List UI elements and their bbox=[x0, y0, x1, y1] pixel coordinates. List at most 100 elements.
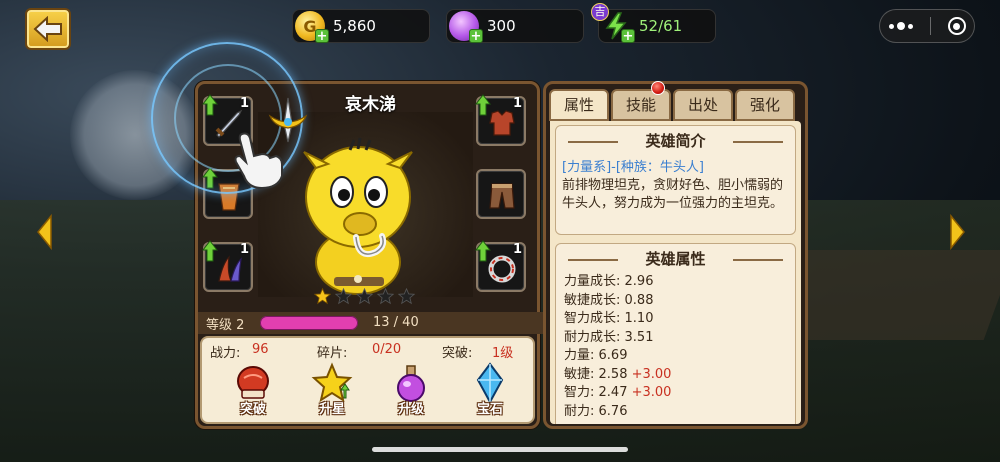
attribute-row: 智力: 2.47 +3.00 bbox=[564, 384, 795, 403]
back-arrow-icon bbox=[33, 16, 62, 42]
next-hero-arrow-icon[interactable] bbox=[950, 214, 966, 250]
gold-coin-icon: G + bbox=[295, 11, 329, 43]
star-filled-icon bbox=[314, 288, 331, 305]
attribute-list: 力量成长: 2.96 敏捷成长: 0.88 智力成长: 1.10 耐力成长: 3.51… bbox=[564, 273, 795, 421]
attribute-label: 耐力成长: bbox=[564, 329, 621, 345]
attribute-value: 6.69 bbox=[594, 348, 628, 363]
attribute-row: 力量成长: 2.96 bbox=[564, 273, 795, 292]
home-indicator[interactable] bbox=[372, 447, 628, 452]
attribute-row: 敏捷成长: 0.88 bbox=[564, 292, 795, 311]
star-empty-icon bbox=[398, 288, 415, 305]
attribute-label: 智力成长: bbox=[564, 311, 621, 326]
gem-amount: 300 bbox=[487, 17, 516, 35]
xp-text: 13 / 40 bbox=[373, 315, 419, 330]
stamina-counter[interactable]: + 52/61 bbox=[598, 9, 716, 43]
breakthrough-button[interactable]: 突破 bbox=[226, 362, 280, 422]
attribute-row: 智力成长: 1.10 bbox=[564, 310, 795, 329]
attribute-row: 敏捷: 2.58 +3.00 bbox=[564, 366, 795, 385]
tab-skills-label: 技能 bbox=[625, 96, 656, 114]
attribute-value: 2.47 bbox=[594, 385, 628, 400]
equip-slot-pants[interactable] bbox=[476, 169, 526, 219]
gem-button[interactable]: 宝石 bbox=[463, 362, 517, 422]
tutorial-pointer-hand-icon bbox=[234, 132, 283, 190]
tab-skills[interactable]: 技能 bbox=[611, 81, 671, 121]
intro-title: 英雄简介 bbox=[556, 130, 795, 151]
capsule-divider bbox=[929, 17, 931, 35]
breakthrough-value: 1级 bbox=[492, 346, 514, 361]
attribute-label: 敏捷成长: bbox=[564, 292, 621, 308]
gem-label-text: 宝石 bbox=[476, 402, 503, 417]
equip-slot-ring[interactable]: 1 bbox=[475, 240, 526, 292]
tab-enhance[interactable]: 强化 bbox=[735, 89, 795, 121]
breakthrough-label: 突破: bbox=[442, 346, 473, 361]
add-gold-icon[interactable]: + bbox=[315, 29, 329, 43]
breakthrough-label-text: 突破 bbox=[239, 402, 266, 417]
back-button[interactable] bbox=[25, 8, 71, 50]
add-stamina-icon[interactable]: + bbox=[621, 29, 635, 43]
equip-level: 1 bbox=[239, 242, 249, 257]
attribute-row: 力量: 6.69 bbox=[564, 347, 795, 366]
attribute-value: 0.88 bbox=[620, 292, 654, 308]
close-mini-program-icon[interactable] bbox=[947, 17, 966, 35]
gem-counter[interactable]: + 300 bbox=[446, 9, 584, 43]
attribute-value: 3.51 bbox=[620, 329, 654, 345]
more-options-icon[interactable] bbox=[888, 22, 913, 30]
xp-progress-bar bbox=[260, 316, 358, 330]
upgrade-arrow-icon bbox=[475, 240, 491, 262]
attribute-value: 2.96 bbox=[620, 274, 654, 289]
gem-icon: + bbox=[449, 11, 483, 43]
attribute-bonus: +3.00 bbox=[627, 366, 672, 382]
equip-slot-armor[interactable]: 1 bbox=[475, 94, 526, 146]
level-up-button[interactable]: 升级 bbox=[384, 362, 438, 422]
attribute-label: 力量成长: bbox=[564, 274, 621, 289]
attribute-value: 1.10 bbox=[620, 311, 654, 326]
attributes-content[interactable]: 英雄简介 [力量系]-[种族：牛头人] 前排物理坦克，贪财好色、胆小懦弱的牛头人… bbox=[550, 121, 801, 424]
attribute-label: 智力: bbox=[564, 385, 595, 400]
star-up-label-text: 升星 bbox=[318, 402, 345, 417]
previous-hero-arrow-icon[interactable] bbox=[36, 214, 52, 250]
equip-slot-accessory[interactable]: 1 bbox=[202, 240, 253, 292]
star-empty-icon bbox=[377, 288, 394, 305]
hero-detail-panel: 属性 技能 出处 强化 英雄简介 [力量系]-[种族：牛头人] 前排物理坦克，贪… bbox=[543, 81, 808, 429]
shards-label: 碎片: bbox=[317, 346, 348, 361]
power-value: 96 bbox=[252, 342, 269, 357]
attribute-label: 力量: bbox=[564, 348, 595, 363]
detail-tabs: 属性 技能 出处 强化 bbox=[549, 81, 795, 121]
hero-attributes-card: 英雄属性 力量成长: 2.96 敏捷成长: 0.88 智力成长: 1.10 耐力成长:… bbox=[555, 243, 796, 424]
attribute-row: 耐力成长: 3.51 bbox=[564, 329, 795, 348]
notification-dot-icon bbox=[651, 81, 665, 95]
attributes-title: 英雄属性 bbox=[556, 248, 795, 269]
gold-amount: 5,860 bbox=[333, 17, 376, 35]
level-row: 等级 2 13 / 40 bbox=[198, 312, 543, 334]
vip-badge[interactable]: 吉 bbox=[591, 3, 609, 21]
hero-stats-box: 战力: 96 碎片: 0/20 突破: 1级 突破 升星 升级 宝石 bbox=[200, 336, 535, 424]
attribute-bonus: +3.00 bbox=[627, 385, 672, 400]
attribute-row: 耐力: 6.76 bbox=[564, 403, 795, 422]
star-empty-icon bbox=[356, 288, 373, 305]
gold-counter[interactable]: G + 5,860 bbox=[292, 9, 430, 43]
equip-level: 1 bbox=[512, 242, 522, 257]
upgrade-arrow-icon bbox=[202, 240, 218, 262]
hero-level: 等级 2 bbox=[206, 317, 245, 333]
attribute-value: 6.76 bbox=[594, 403, 628, 419]
tab-attributes[interactable]: 属性 bbox=[549, 89, 609, 121]
stamina-amount: 52/61 bbox=[639, 17, 683, 35]
hero-class-tag: [力量系]-[种族：牛头人] bbox=[562, 160, 704, 175]
upgrade-arrow-icon bbox=[475, 94, 491, 116]
add-gem-icon[interactable]: + bbox=[469, 29, 483, 43]
mini-program-capsule bbox=[879, 9, 975, 43]
shards-value: 0/20 bbox=[372, 342, 402, 357]
hero-star-rating bbox=[314, 288, 415, 305]
attribute-label: 敏捷: bbox=[564, 366, 595, 382]
tab-source[interactable]: 出处 bbox=[673, 89, 733, 121]
equip-level: 1 bbox=[512, 96, 522, 111]
attribute-label: 耐力: bbox=[564, 403, 595, 419]
hero-intro-card: 英雄简介 [力量系]-[种族：牛头人] 前排物理坦克，贪财好色、胆小懦弱的牛头人… bbox=[555, 125, 796, 235]
pants-icon bbox=[489, 183, 515, 209]
attribute-value: 2.58 bbox=[594, 366, 628, 382]
star-empty-icon bbox=[335, 288, 352, 305]
level-up-label-text: 升级 bbox=[397, 402, 424, 417]
hero-description: 前排物理坦克，贪财好色、胆小懦弱的牛头人，努力成为一位强力的主坦克。 bbox=[562, 178, 784, 211]
power-label: 战力: bbox=[210, 346, 241, 361]
star-up-button[interactable]: 升星 bbox=[305, 362, 359, 422]
